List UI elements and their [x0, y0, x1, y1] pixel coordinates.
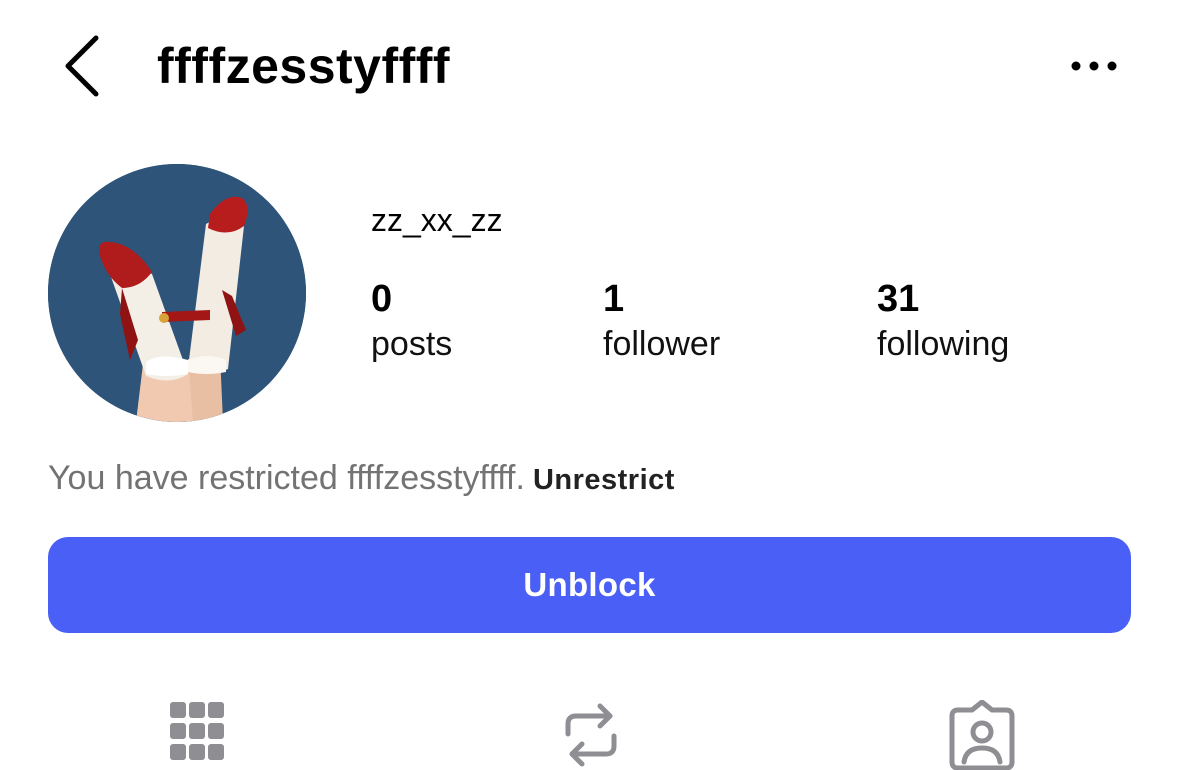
profile-avatar[interactable] [48, 164, 306, 422]
back-button[interactable] [56, 30, 116, 102]
posts-count-value: 0 [371, 278, 393, 320]
followers-count-label: follower [603, 325, 721, 363]
tab-tagged[interactable] [946, 699, 1018, 770]
following-count-label: following [877, 325, 1010, 363]
profile-display-name: zz_xx_zz [371, 202, 503, 238]
following-count-value: 31 [877, 278, 920, 320]
tab-posts-grid[interactable] [168, 700, 226, 770]
unrestrict-link[interactable]: Unrestrict [533, 464, 675, 496]
restriction-text: You have restricted ffffzesstyffff. [48, 459, 525, 497]
profile-username-title: ffffzesstyffff [157, 38, 451, 94]
posts-count-label: posts [371, 325, 453, 363]
posts-count[interactable]: 0 posts [371, 276, 452, 366]
grid-icon [170, 702, 224, 760]
profile-header: ffffzesstyffff [0, 0, 1179, 130]
more-horizontal-icon [1071, 61, 1117, 71]
following-count[interactable]: 31 following [877, 276, 1009, 366]
followers-count-value: 1 [603, 278, 625, 320]
avatar-illustration [48, 164, 306, 422]
chevron-left-icon [65, 35, 99, 97]
followers-count[interactable]: 1 follower [603, 276, 720, 366]
reposts-icon [565, 703, 617, 767]
tab-reposts[interactable] [560, 700, 622, 770]
unblock-button[interactable]: Unblock [48, 537, 1131, 633]
profile-page: ffffzesstyffff zz_xx_zz 0 posts 1 follow… [0, 0, 1179, 770]
tagged-icon [949, 699, 1015, 770]
more-options-button[interactable] [1062, 48, 1126, 84]
restriction-notice: You have restricted ffffzesstyffff. Unres… [48, 456, 675, 502]
